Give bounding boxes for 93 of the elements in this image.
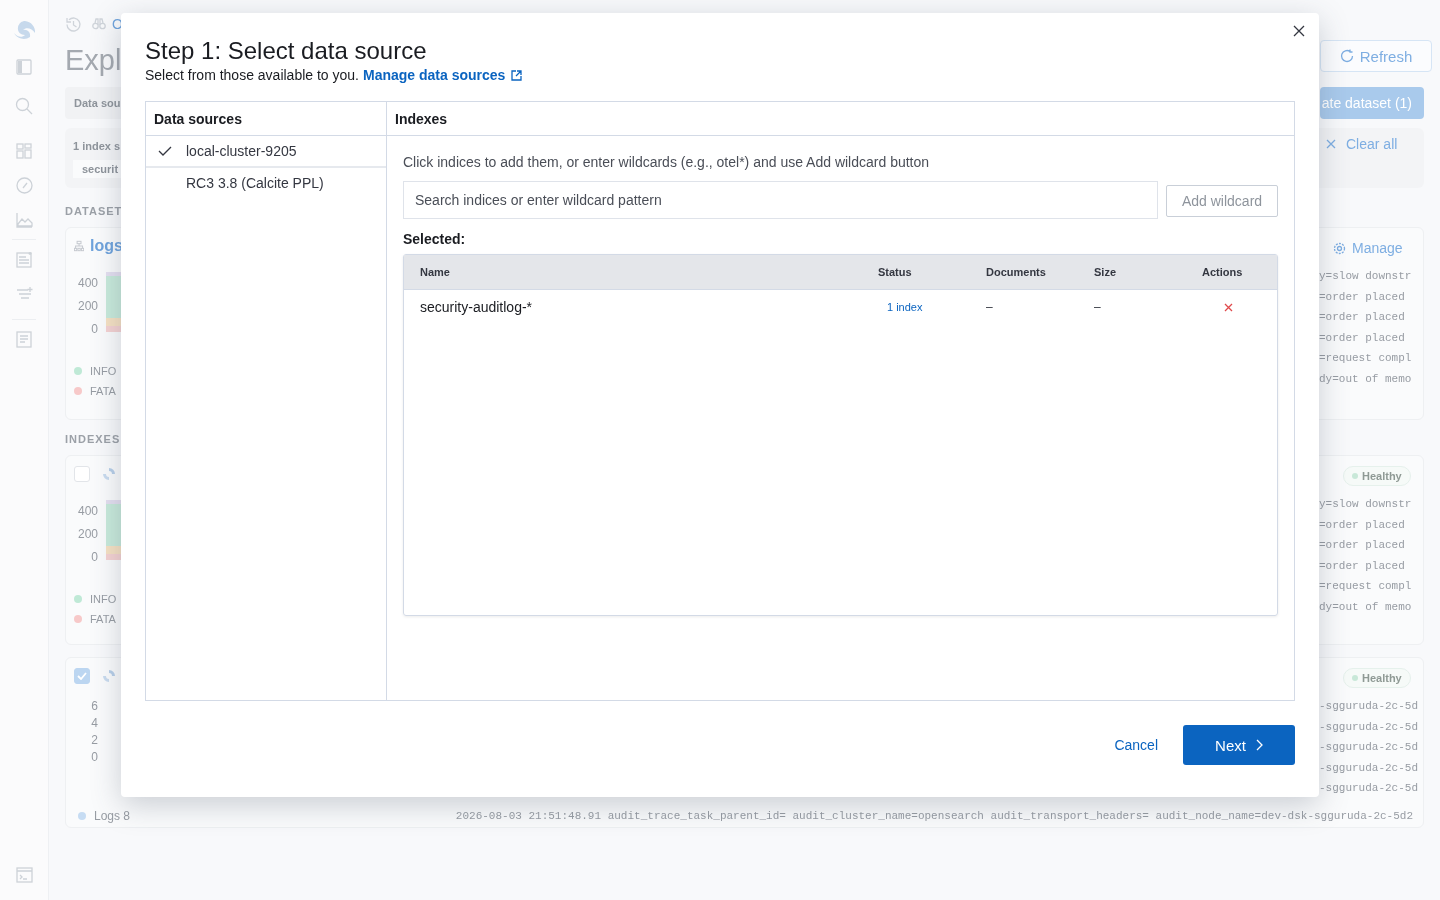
pane-header: Data sources	[146, 102, 386, 136]
axis-tick: 4	[91, 715, 98, 732]
axis-tick: 400	[77, 503, 98, 520]
data-source-label: Data sou	[65, 87, 122, 119]
check-icon	[158, 146, 172, 156]
create-dataset-button[interactable]: ate dataset (1)	[1320, 87, 1424, 119]
status-badge: Healthy	[1343, 466, 1411, 486]
log-line: =order placed	[1319, 538, 1406, 554]
close-icon	[1224, 302, 1233, 312]
chevron-right-icon	[1255, 739, 1263, 751]
log-line: -sgguruda-2c-5d	[1319, 781, 1419, 797]
hint-text: Click indices to add them, or enter wildcards (e.g., otel*) and use Add wildcard button	[403, 154, 931, 170]
axis-tick: 0	[91, 321, 98, 338]
terminal-icon	[15, 867, 33, 883]
log-line: 2026-08-03 21:51:48.91 audit_trace_task_parent_id= audit_cluster_name=opensearch audit_transport_headers= audit_node_name=dev-dsk-sgguruda-2c-5d2	[455, 810, 1413, 822]
log-line: =request compl	[1319, 579, 1412, 595]
section-heading: INDEXES	[65, 433, 122, 447]
status-link[interactable]: 1 index	[878, 300, 986, 314]
column-header: Name	[420, 266, 451, 278]
axis-tick: 200	[77, 298, 98, 315]
column-header: Status	[878, 266, 913, 278]
legend-label: FATA	[90, 613, 116, 625]
clear-all-button[interactable]: Clear all	[1320, 128, 1424, 188]
log-line: dy=out of memo	[1319, 599, 1412, 615]
data-source-item[interactable]: RC3 3.8 (Calcite PPL)	[146, 168, 386, 200]
close-icon	[1326, 139, 1336, 149]
log-line: -sgguruda-2c-5d	[1319, 760, 1419, 776]
history-icon	[65, 15, 82, 33]
log-line: =order placed	[1319, 310, 1406, 326]
search-icon	[15, 97, 33, 115]
next-button[interactable]: Next	[1183, 725, 1295, 765]
selection-summary: 1 index s	[73, 140, 122, 152]
axis-tick: 400	[77, 275, 98, 292]
grid-icon	[16, 143, 32, 159]
bar-chart-drawing	[106, 272, 122, 332]
document-icon	[16, 331, 32, 348]
axis-tick: 0	[91, 549, 98, 566]
page-title: Expl	[65, 43, 122, 78]
refresh-button[interactable]: Refresh	[1320, 40, 1432, 72]
table-icon	[15, 251, 33, 268]
log-line: y=slow downstr	[1319, 269, 1412, 284]
modal-title: Step 1: Select data source	[145, 37, 428, 65]
log-line: dy=out of memo	[1319, 371, 1412, 387]
hierarchy-icon	[74, 239, 85, 253]
log-line: -sgguruda-2c-5d	[1319, 740, 1419, 756]
external-link-icon	[511, 69, 523, 81]
log-line: =order placed	[1319, 289, 1406, 305]
legend-label: INFO	[90, 365, 117, 377]
log-line: =request compl	[1319, 351, 1412, 367]
close-icon	[1293, 25, 1305, 37]
gear-icon	[1333, 241, 1346, 255]
bar-chart-drawing	[106, 500, 122, 560]
legend-label: Logs 8	[94, 809, 131, 823]
table-cell-text: –	[1094, 300, 1102, 314]
column-header: Actions	[1202, 266, 1244, 278]
checkbox[interactable]	[74, 668, 90, 684]
section-heading: DATASET	[65, 205, 124, 219]
axis-tick: 0	[91, 749, 98, 766]
dataset-title[interactable]: logs	[90, 237, 123, 255]
binoculars-icon	[92, 18, 106, 30]
log-line: =order placed	[1319, 517, 1406, 533]
status-badge: Healthy	[1343, 668, 1411, 688]
table-cell-text: –	[986, 300, 994, 314]
refresh-icon	[1339, 49, 1354, 63]
data-source-item[interactable]: local-cluster-9205	[146, 136, 386, 168]
legend-label: INFO	[90, 593, 117, 605]
manage-data-sources-link[interactable]: Manage data sources	[363, 67, 523, 83]
log-line: -sgguruda-2c-5d	[1319, 719, 1419, 735]
column-header: Size	[1094, 266, 1117, 278]
log-line: =order placed	[1319, 330, 1406, 346]
axis-tick: 2	[91, 732, 98, 749]
panel-icon	[16, 59, 32, 75]
search-field[interactable]: Search indices or enter wildcard pattern	[403, 181, 1158, 219]
axis-tick: 6	[91, 698, 98, 715]
modal-subtitle: Select from those available to you.	[145, 67, 359, 83]
pane-header: Indexes	[387, 102, 1294, 136]
manage-button[interactable]: Manage	[1319, 238, 1409, 258]
log-line: =order placed	[1319, 558, 1406, 574]
add-wildcard-button[interactable]: Add wildcard	[1166, 185, 1278, 217]
legend-label: FATA	[90, 385, 116, 397]
index-chip: securit	[73, 160, 122, 178]
compass-icon	[15, 177, 33, 194]
log-line: -sgguruda-2c-5d	[1319, 699, 1419, 714]
chart-icon	[15, 212, 33, 228]
table-cell-text: security-auditlog-*	[420, 299, 534, 315]
checkbox[interactable]	[74, 466, 90, 482]
filter-icon	[15, 286, 33, 300]
cancel-button[interactable]: Cancel	[1114, 737, 1158, 753]
selected-label: Selected:	[403, 231, 467, 247]
check-icon	[77, 672, 87, 680]
axis-tick: 200	[77, 526, 98, 543]
column-header: Documents	[986, 266, 1047, 278]
log-line: y=slow downstr	[1319, 497, 1412, 512]
